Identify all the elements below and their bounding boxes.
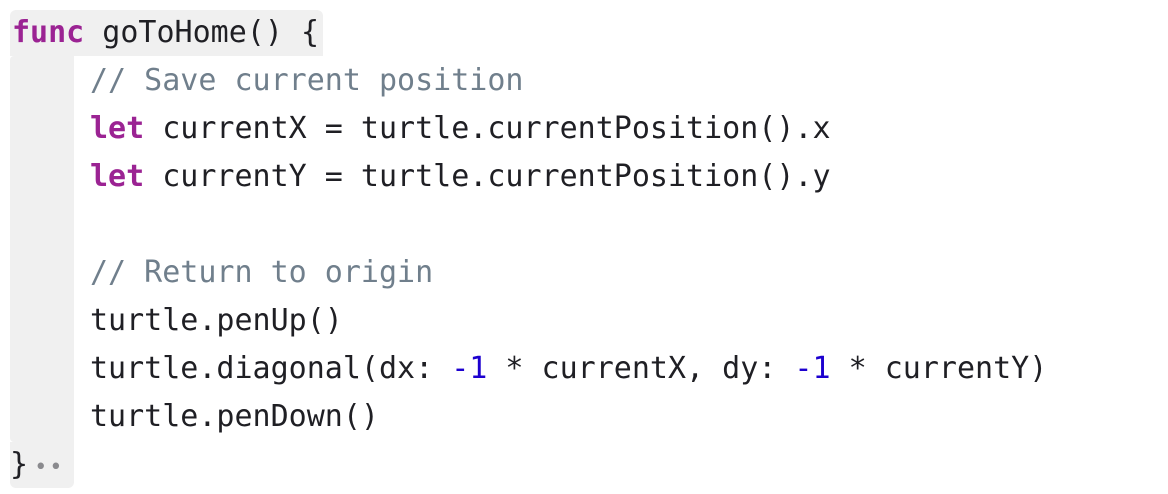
code-text: currentY = turtle.currentPosition().y [144, 159, 831, 194]
code-text: * currentX, dy: [487, 351, 795, 386]
code-line-penup[interactable]: turtle.penUp() [90, 297, 343, 345]
code-line-pendown[interactable]: turtle.penDown() [90, 393, 379, 441]
func-keyword: func [12, 15, 85, 50]
code-text: turtle.diagonal(dx: [90, 351, 452, 386]
number-literal: -1 [794, 351, 831, 386]
code-line-let-currentx[interactable]: let currentX = turtle.currentPosition().… [90, 105, 831, 153]
code-text: currentX = turtle.currentPosition().x [144, 111, 831, 146]
fold-ellipsis-icon[interactable]: •• [34, 455, 65, 480]
let-keyword: let [90, 111, 145, 146]
closing-brace: } [10, 447, 29, 482]
code-editor[interactable]: func goToHome() { // Save current positi… [0, 0, 1168, 494]
number-literal: -1 [451, 351, 488, 386]
closing-brace-line[interactable]: } •• [10, 442, 74, 488]
code-line-comment-save[interactable]: // Save current position [90, 57, 523, 105]
code-text: * currentY) [830, 351, 1048, 386]
function-signature: goToHome() { [84, 15, 320, 50]
code-line-comment-return[interactable]: // Return to origin [90, 249, 433, 297]
let-keyword: let [90, 159, 145, 194]
function-declaration-line[interactable]: func goToHome() { [10, 10, 324, 56]
code-line-diagonal[interactable]: turtle.diagonal(dx: -1 * currentX, dy: -… [90, 345, 1047, 393]
code-line-let-currenty[interactable]: let currentY = turtle.currentPosition().… [90, 153, 831, 201]
